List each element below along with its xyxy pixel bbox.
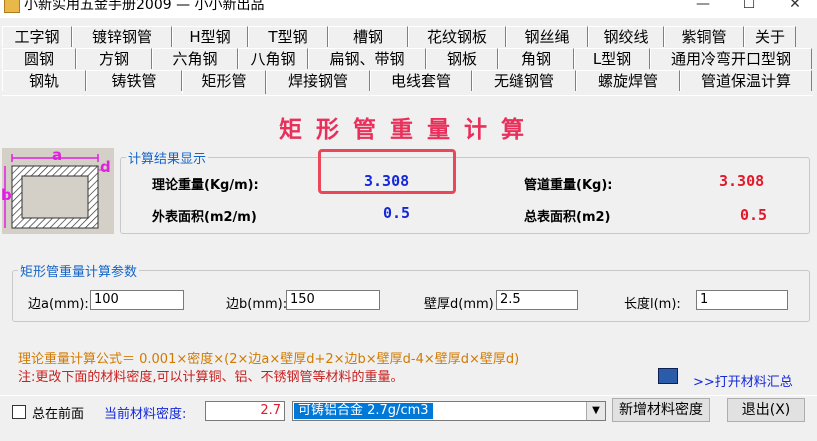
outer-area-value: 0.5 bbox=[383, 204, 411, 222]
wall-thickness-label: 壁厚d(mm) bbox=[424, 297, 494, 312]
title-bar: 小新实用五金手册2009 — 小小新出品 — ☐ ✕ bbox=[0, 0, 817, 18]
add-density-button[interactable]: 新增材料密度 bbox=[612, 398, 710, 422]
tab-spiral-pipe[interactable]: 螺旋焊管 bbox=[576, 70, 680, 91]
maximize-button[interactable]: ☐ bbox=[726, 0, 772, 17]
tab-channel[interactable]: 槽钢 bbox=[328, 26, 408, 47]
wall-thickness-input[interactable]: 2.5 bbox=[496, 290, 578, 310]
theoretical-weight-label: 理论重量(Kg/m): bbox=[152, 178, 259, 193]
tab-rail[interactable]: 钢轨 bbox=[2, 70, 86, 91]
tab-checker-plate[interactable]: 花纹钢板 bbox=[408, 26, 506, 47]
tab-octagon-bar[interactable]: 八角钢 bbox=[238, 48, 308, 69]
highlight-box bbox=[318, 149, 456, 194]
window-title: 小新实用五金手册2009 — 小小新出品 bbox=[24, 0, 265, 13]
material-select[interactable]: 可铸铝合金 2.7g/cm3 ▼ bbox=[292, 401, 606, 421]
tab-hex-bar[interactable]: 六角钢 bbox=[152, 48, 238, 69]
tab-wire-rope[interactable]: 钢丝绳 bbox=[506, 26, 588, 47]
open-summary-link[interactable]: >>打开材料汇总 bbox=[693, 371, 793, 390]
param-group-label: 矩形管重量计算参数 bbox=[18, 261, 140, 280]
tab-seamless-pipe[interactable]: 无缝钢管 bbox=[472, 70, 576, 91]
formula-text: 理论重量计算公式＝ 0.001×密度×(2×边a×壁厚d+2×边b×壁厚d-4×… bbox=[18, 352, 520, 367]
tab-strand[interactable]: 钢绞线 bbox=[588, 26, 664, 47]
tab-about[interactable]: 关于 bbox=[744, 26, 796, 47]
rect-pipe-diagram: a b d bbox=[1, 146, 114, 234]
dim-b-label: b bbox=[1, 186, 12, 204]
tab-copper-pipe[interactable]: 紫铜管 bbox=[664, 26, 744, 47]
tab-flat-strip[interactable]: 扁钢、带钢 bbox=[308, 48, 426, 69]
pipe-weight-value: 3.308 bbox=[719, 172, 765, 190]
always-on-top-checkbox[interactable] bbox=[12, 405, 26, 419]
dim-d-label: d bbox=[100, 158, 111, 176]
tab-round-bar[interactable]: 圆钢 bbox=[2, 48, 76, 69]
total-area-value: 0.5 bbox=[740, 206, 768, 224]
tab-square-bar[interactable]: 方钢 bbox=[76, 48, 152, 69]
tab-galvanized-pipe[interactable]: 镀锌钢管 bbox=[72, 26, 172, 47]
tab-angle[interactable]: 角钢 bbox=[498, 48, 574, 69]
tab-conduit[interactable]: 电线套管 bbox=[370, 70, 472, 91]
outer-area-label: 外表面积(m2/m) bbox=[152, 210, 257, 225]
density-label: 当前材料密度: bbox=[104, 407, 187, 422]
tab-h-beam[interactable]: H型钢 bbox=[172, 26, 248, 47]
tab-insulation[interactable]: 管道保温计算 bbox=[680, 70, 812, 91]
tab-t-beam[interactable]: T型钢 bbox=[248, 26, 328, 47]
total-area-label: 总表面积(m2) bbox=[524, 210, 611, 225]
chevron-down-icon[interactable]: ▼ bbox=[586, 402, 605, 420]
exit-button[interactable]: 退出(X) bbox=[727, 398, 805, 422]
always-on-top-label: 总在前面 bbox=[32, 407, 85, 422]
tab-steel-plate[interactable]: 钢板 bbox=[426, 48, 498, 69]
material-selected-text: 可铸铝合金 2.7g/cm3 bbox=[294, 403, 433, 419]
pipe-weight-label: 管道重量(Kg): bbox=[524, 178, 613, 193]
length-label: 长度l(m): bbox=[624, 297, 681, 312]
density-input[interactable]: 2.7 bbox=[205, 401, 285, 421]
minimize-button[interactable]: — bbox=[680, 0, 726, 17]
tab-cast-iron-pipe[interactable]: 铸铁管 bbox=[86, 70, 182, 91]
side-b-label: 边b(mm): bbox=[226, 297, 288, 312]
tab-i-beam[interactable]: 工字钢 bbox=[2, 26, 72, 47]
close-button[interactable]: ✕ bbox=[772, 0, 817, 17]
dim-a-label: a bbox=[52, 146, 63, 164]
page-title: 矩形管重量计算 bbox=[279, 116, 538, 143]
side-a-input[interactable]: 100 bbox=[90, 290, 184, 310]
tab-l-beam[interactable]: L型钢 bbox=[574, 48, 650, 69]
length-input[interactable]: 1 bbox=[696, 290, 788, 310]
app-icon bbox=[4, 0, 20, 13]
note-text: 注:更改下面的材料密度,可以计算铜、铝、不锈钢管等材料的重量。 bbox=[18, 370, 404, 385]
tab-cold-formed[interactable]: 通用冷弯开口型钢 bbox=[650, 48, 812, 69]
tab-welded-pipe[interactable]: 焊接钢管 bbox=[266, 70, 370, 91]
calculator-icon[interactable] bbox=[658, 368, 678, 384]
result-group-label: 计算结果显示 bbox=[126, 148, 209, 167]
tab-rectangular-pipe[interactable]: 矩形管 bbox=[182, 70, 266, 94]
side-b-input[interactable]: 150 bbox=[286, 290, 380, 310]
side-a-label: 边a(mm): bbox=[28, 297, 89, 312]
